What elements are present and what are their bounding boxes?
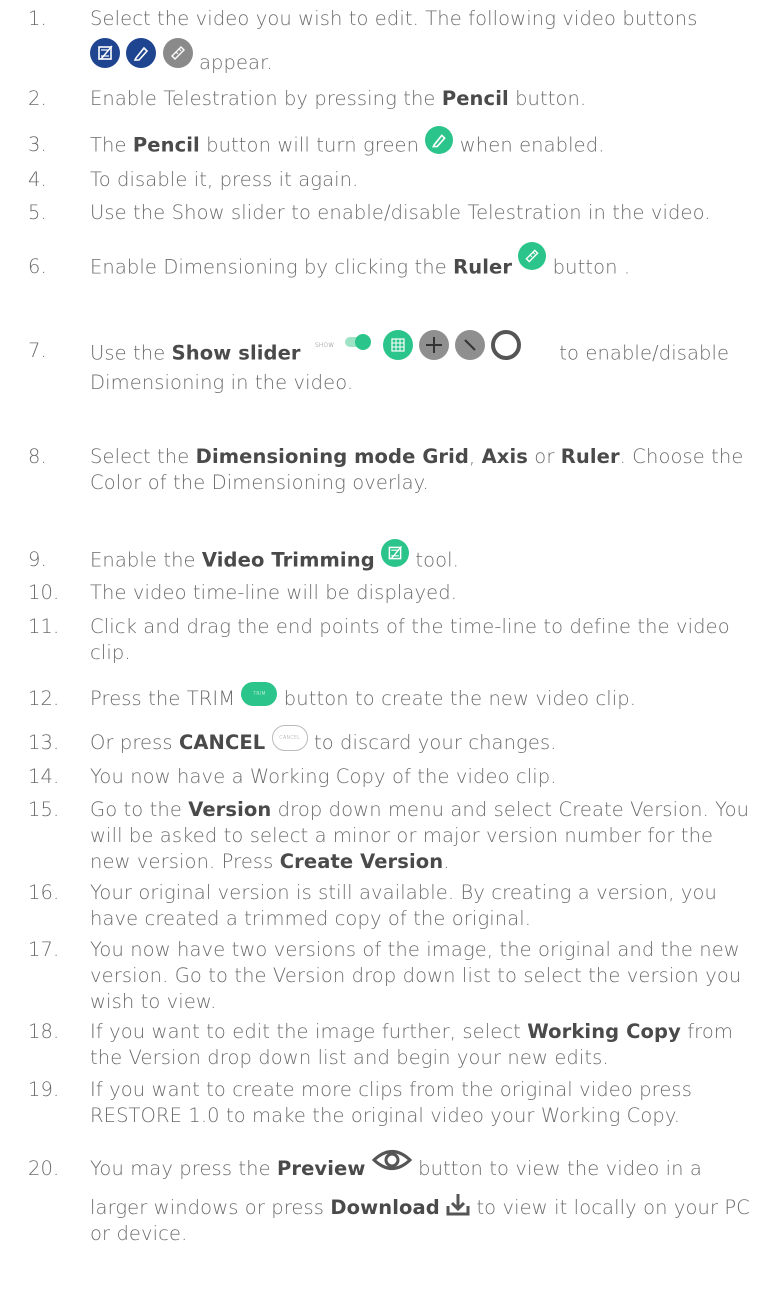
pencil-label: Pencil	[132, 133, 200, 157]
step-number: 3.	[28, 133, 47, 156]
step-number: 18.	[28, 1020, 60, 1043]
preview-label: Preview	[276, 1157, 366, 1180]
step-number: 15.	[28, 798, 60, 821]
download-icon	[446, 1192, 470, 1216]
dimension-toolbar: SHOW	[315, 330, 547, 362]
step-number: 9.	[28, 548, 47, 571]
step-number: 2.	[28, 87, 47, 110]
video-trimming-label: Video Trimming	[201, 548, 375, 572]
step-number: 17.	[28, 938, 60, 961]
cancel-button-icon: CANCEL	[271, 724, 308, 751]
trim-button-icon: TRIM	[241, 681, 278, 706]
step-number: 20.	[28, 1157, 60, 1180]
axis-icon	[418, 330, 449, 360]
step-number: 7.	[28, 339, 47, 362]
step-number: 19.	[28, 1078, 60, 1101]
step-number: 1.	[28, 7, 47, 30]
step-text: appear.	[198, 51, 273, 74]
toggle-icon	[344, 334, 371, 350]
download-label: Download	[330, 1195, 440, 1219]
step-text: Select the video you wish to edit. The f…	[90, 7, 698, 30]
step-number: 5.	[28, 201, 47, 224]
trim-icon	[90, 38, 120, 68]
color-circle-icon	[490, 330, 521, 360]
grid-icon	[382, 330, 413, 360]
pencil-green-icon	[425, 126, 454, 154]
step-number: 14.	[28, 765, 60, 788]
step-number: 10.	[28, 581, 60, 604]
ruler-green-icon	[518, 242, 547, 270]
ruler-label: Ruler	[453, 255, 513, 279]
trim-green-icon	[381, 539, 410, 567]
step-number: 11.	[28, 615, 60, 638]
step-number: 8.	[28, 445, 47, 468]
step-number: 4.	[28, 168, 47, 191]
step-number: 13.	[28, 731, 60, 754]
ruler-icon	[162, 38, 193, 68]
ruler-line-icon	[454, 330, 485, 360]
step-number: 6.	[28, 255, 47, 278]
show-label: SHOW	[314, 342, 335, 349]
pencil-icon	[126, 38, 157, 68]
pencil-label: Pencil	[441, 87, 509, 110]
show-slider-label: Show slider	[171, 341, 301, 365]
step-number: 12.	[28, 687, 60, 710]
step-number: 16.	[28, 881, 60, 904]
eye-icon	[371, 1147, 412, 1173]
